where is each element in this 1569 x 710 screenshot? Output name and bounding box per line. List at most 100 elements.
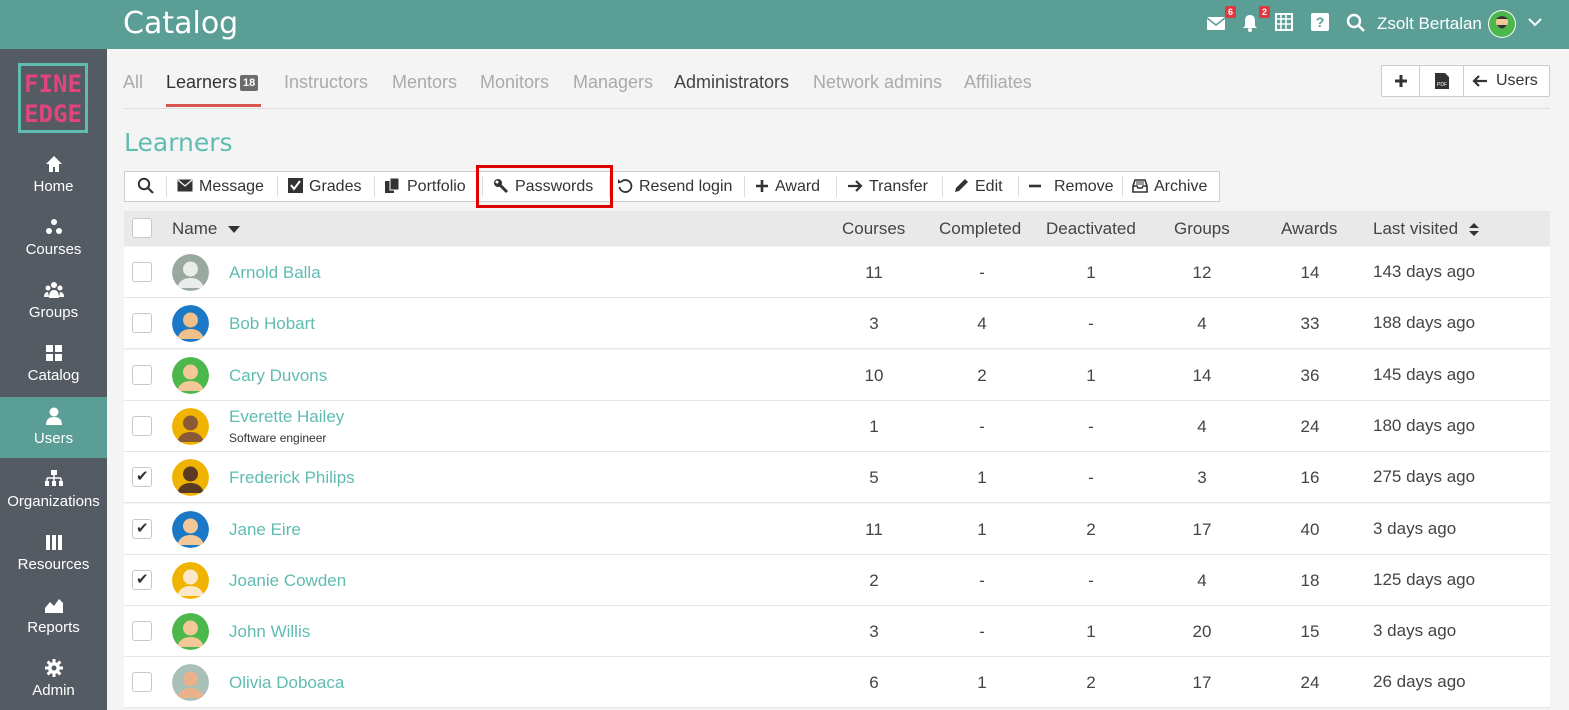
grades-button[interactable]: Grades xyxy=(288,172,361,201)
logo[interactable]: FINE EDGE xyxy=(18,63,88,133)
row-checkbox[interactable] xyxy=(132,672,152,693)
tab-managers[interactable]: Managers xyxy=(573,72,653,93)
avatar[interactable] xyxy=(172,356,209,394)
user-name-link[interactable]: Bob Hobart xyxy=(229,314,315,334)
avatar[interactable] xyxy=(172,664,209,702)
table-row[interactable]: Cary Duvons 10 2 1 14 36 145 days ago xyxy=(124,349,1550,401)
archive-icon xyxy=(1132,178,1148,193)
row-checkbox[interactable] xyxy=(132,313,152,334)
help-button[interactable]: ? xyxy=(1311,13,1333,35)
table-row[interactable]: Bob Hobart 3 4 - 4 33 188 days ago xyxy=(124,298,1550,350)
column-last-visited[interactable]: Last visited xyxy=(1373,219,1479,239)
sidebar-item-groups[interactable]: Groups xyxy=(0,271,107,332)
column-courses[interactable]: Courses xyxy=(842,219,905,239)
back-users-label: Users xyxy=(1496,72,1538,89)
column-name[interactable]: Name xyxy=(172,219,241,239)
search-button[interactable] xyxy=(137,172,160,201)
tab-administrators[interactable]: Administrators xyxy=(674,72,789,93)
user-name-link[interactable]: Arnold Balla xyxy=(229,263,321,283)
column-completed[interactable]: Completed xyxy=(939,219,1021,239)
search-button[interactable] xyxy=(1346,13,1368,35)
avatar[interactable] xyxy=(172,613,209,651)
sidebar-item-home[interactable]: Home xyxy=(0,145,107,206)
column-name-label: Name xyxy=(172,219,218,238)
table-row[interactable]: ✔ Jane Eire 11 1 2 17 40 3 days ago xyxy=(124,503,1550,555)
back-to-users-button[interactable]: Users xyxy=(1472,66,1538,96)
user-name-link[interactable]: John Willis xyxy=(229,622,310,642)
tab-network-admins[interactable]: Network admins xyxy=(813,72,942,93)
cell-groups: 4 xyxy=(1197,416,1207,436)
resend-login-button[interactable]: Resend login xyxy=(617,172,732,201)
grades-label: Grades xyxy=(309,178,362,195)
portfolio-button[interactable]: Portfolio xyxy=(385,172,466,201)
avatar[interactable] xyxy=(172,459,209,497)
checkmark-icon: ✔ xyxy=(136,519,149,537)
table-header: Name Courses Completed Deactivated Group… xyxy=(124,211,1550,246)
sidebar-item-users[interactable]: Users xyxy=(0,397,107,458)
row-checkbox[interactable]: ✔ xyxy=(132,569,152,590)
tab-monitors[interactable]: Monitors xyxy=(480,72,549,93)
tab-learners[interactable]: Learners 18 xyxy=(166,72,259,93)
sidebar-item-reports[interactable]: Reports xyxy=(0,586,107,647)
user-name-link[interactable]: Cary Duvons xyxy=(229,366,327,386)
cell-courses: 11 xyxy=(865,519,883,539)
avatar[interactable] xyxy=(172,407,209,445)
sidebar-item-admin[interactable]: Admin xyxy=(0,649,107,710)
table-row[interactable]: ✔ Frederick Philips 5 1 - 3 16 275 days ago xyxy=(124,452,1550,504)
table-row[interactable]: Olivia Doboaca 6 1 2 17 24 26 days ago xyxy=(124,657,1550,709)
edit-button[interactable]: Edit xyxy=(953,172,1003,201)
row-checkbox[interactable] xyxy=(132,364,152,385)
award-label: Award xyxy=(775,178,821,195)
table-row[interactable]: ✔ Joanie Cowden 2 - - 4 18 125 days ago xyxy=(124,554,1550,606)
table-row[interactable]: Arnold Balla 11 - 1 12 14 143 days ago xyxy=(124,247,1550,298)
sidebar-item-label: Resources xyxy=(17,556,90,573)
sidebar-item-label: Reports xyxy=(27,619,80,636)
column-deactivated[interactable]: Deactivated xyxy=(1046,219,1136,239)
select-all-checkbox[interactable] xyxy=(132,218,152,238)
chevron-down-icon xyxy=(1528,18,1542,27)
sidebar-item-organizations[interactable]: Organizations xyxy=(0,460,107,521)
message-button[interactable]: Message xyxy=(177,172,264,201)
gear-icon xyxy=(44,659,63,677)
row-checkbox[interactable] xyxy=(132,621,152,642)
avatar[interactable] xyxy=(172,254,209,291)
user-name-link[interactable]: Jane Eire xyxy=(229,520,301,540)
sidebar-item-catalog[interactable]: Catalog xyxy=(0,334,107,395)
user-name-link[interactable]: Frederick Philips xyxy=(229,468,355,488)
add-user-button[interactable] xyxy=(1382,66,1419,96)
column-groups[interactable]: Groups xyxy=(1174,219,1230,239)
passwords-highlight-box xyxy=(476,165,613,208)
archive-button[interactable]: Archive xyxy=(1132,172,1207,201)
row-checkbox[interactable] xyxy=(132,415,152,436)
user-name[interactable]: Zsolt Bertalan xyxy=(1377,14,1482,34)
tab-affiliates[interactable]: Affiliates xyxy=(964,72,1032,93)
user-menu-toggle[interactable] xyxy=(1527,14,1543,35)
award-button[interactable]: Award xyxy=(755,172,820,201)
user-name-link[interactable]: Olivia Doboaca xyxy=(229,673,344,693)
row-checkbox[interactable] xyxy=(132,262,152,282)
row-checkbox[interactable]: ✔ xyxy=(132,467,152,488)
messages-button[interactable]: 6 xyxy=(1206,6,1236,35)
tab-all[interactable]: All xyxy=(123,72,143,93)
remove-button[interactable]: Remove xyxy=(1028,172,1114,201)
tab-instructors[interactable]: Instructors xyxy=(284,72,368,93)
sort-down-icon xyxy=(228,225,241,233)
table-row[interactable]: John Willis 3 - 1 20 15 3 days ago xyxy=(124,606,1550,658)
avatar-icon xyxy=(172,561,209,599)
row-checkbox[interactable]: ✔ xyxy=(132,518,152,539)
user-avatar[interactable] xyxy=(1488,10,1516,38)
user-name-link[interactable]: Everette Hailey xyxy=(229,407,344,427)
calendar-button[interactable] xyxy=(1275,13,1297,35)
avatar[interactable] xyxy=(172,561,209,599)
notifications-button[interactable]: 2 xyxy=(1240,6,1270,35)
column-awards[interactable]: Awards xyxy=(1281,219,1337,239)
sidebar-item-resources[interactable]: Resources xyxy=(0,523,107,584)
sidebar-item-courses[interactable]: Courses xyxy=(0,208,107,269)
transfer-button[interactable]: Transfer xyxy=(847,172,928,201)
tab-mentors[interactable]: Mentors xyxy=(392,72,457,93)
avatar[interactable] xyxy=(172,305,209,343)
user-name-link[interactable]: Joanie Cowden xyxy=(229,571,346,591)
export-pdf-button[interactable]: PDF xyxy=(1420,66,1463,96)
table-row[interactable]: Everette Hailey Software engineer 1 - - 4 24 18… xyxy=(124,400,1550,452)
avatar[interactable] xyxy=(172,510,209,548)
